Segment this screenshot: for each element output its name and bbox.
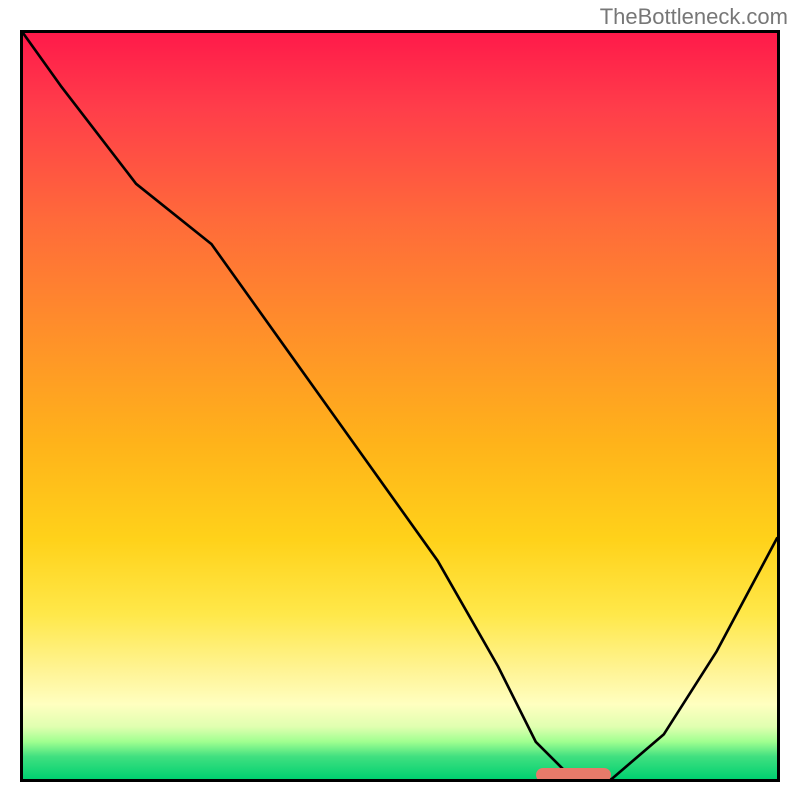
chart-curve	[23, 33, 777, 782]
chart-frame	[20, 30, 780, 782]
chart-marker	[536, 768, 611, 782]
watermark-text: TheBottleneck.com	[600, 4, 788, 30]
